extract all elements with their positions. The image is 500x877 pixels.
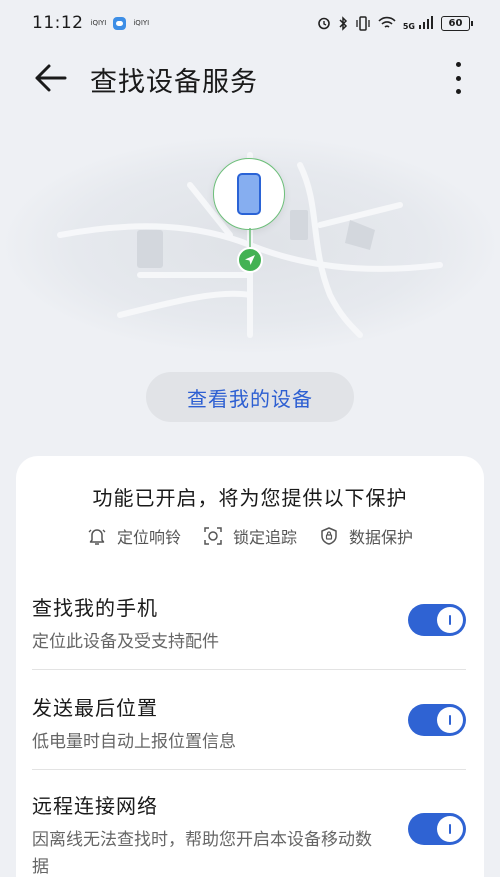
toggle-knob [437, 607, 463, 633]
setting-title: 远程连接网络 [32, 794, 158, 818]
shield-lock-icon [321, 527, 337, 545]
toggle-knob [437, 707, 463, 733]
protection-card: 功能已开启，将为您提供以下保护 定位响铃 锁定追踪 数据保护 查找我的手机 定位… [16, 456, 484, 877]
divider [32, 669, 466, 670]
lock-track-icon [204, 527, 222, 545]
carrier-label: iQIYI [90, 19, 107, 27]
setting-description: 低电量时自动上报位置信息 [32, 732, 236, 752]
feature-label: 锁定追踪 [232, 528, 297, 547]
card-title: 功能已开启，将为您提供以下保护 [92, 486, 408, 510]
battery-icon: 60 [441, 15, 473, 31]
page-title: 查找设备服务 [90, 67, 258, 98]
cloud-icon [113, 16, 127, 30]
device-location-pin[interactable] [213, 158, 285, 230]
setting-send-last-location: 发送最后位置 低电量时自动上报位置信息 [32, 692, 466, 752]
navigation-arrow-icon [237, 247, 263, 273]
send-last-location-toggle[interactable] [408, 704, 466, 736]
setting-find-my-phone: 查找我的手机 定位此设备及受支持配件 [32, 592, 466, 652]
pin-tail [249, 228, 251, 248]
back-arrow-icon[interactable] [33, 62, 67, 94]
alarm-icon [318, 17, 330, 30]
signal-icon [419, 16, 433, 29]
setting-title: 发送最后位置 [32, 696, 158, 720]
status-time: 11:12 [32, 13, 84, 33]
status-left: 11:12 iQIYI iQIYI [32, 13, 149, 33]
status-bar: 11:12 iQIYI iQIYI 5G 60 [0, 0, 500, 46]
vibrate-icon [356, 15, 370, 31]
battery-level: 60 [448, 17, 463, 29]
setting-remote-network: 远程连接网络 因离线无法查找时，帮助您开启本设备移动数据 [32, 790, 466, 877]
more-options-icon[interactable] [450, 60, 466, 96]
find-my-phone-toggle[interactable] [408, 604, 466, 636]
feature-item: 定位响铃 [87, 524, 181, 548]
bell-icon [88, 529, 106, 545]
setting-title: 查找我的手机 [32, 596, 158, 620]
network-type: 5G [402, 21, 415, 31]
bluetooth-icon [339, 15, 347, 31]
setting-description: 因离线无法查找时，帮助您开启本设备移动数据 [32, 830, 372, 877]
setting-description: 定位此设备及受支持配件 [32, 632, 219, 652]
wifi-icon [378, 16, 396, 28]
feature-label: 定位响铃 [116, 528, 181, 547]
divider [32, 769, 466, 770]
feature-item: 数据保护 [319, 524, 413, 548]
feature-list: 定位响铃 锁定追踪 数据保护 [16, 524, 484, 548]
status-right: 5G 60 [317, 15, 473, 31]
remote-network-toggle[interactable] [408, 813, 466, 845]
feature-item: 锁定追踪 [203, 524, 297, 548]
app-header: 查找设备服务 [0, 48, 500, 108]
view-my-device-button[interactable]: 查看我的设备 [146, 372, 354, 422]
feature-label: 数据保护 [349, 528, 414, 547]
carrier-label: iQIYI [133, 19, 150, 27]
phone-icon [237, 173, 261, 215]
toggle-knob [437, 816, 463, 842]
